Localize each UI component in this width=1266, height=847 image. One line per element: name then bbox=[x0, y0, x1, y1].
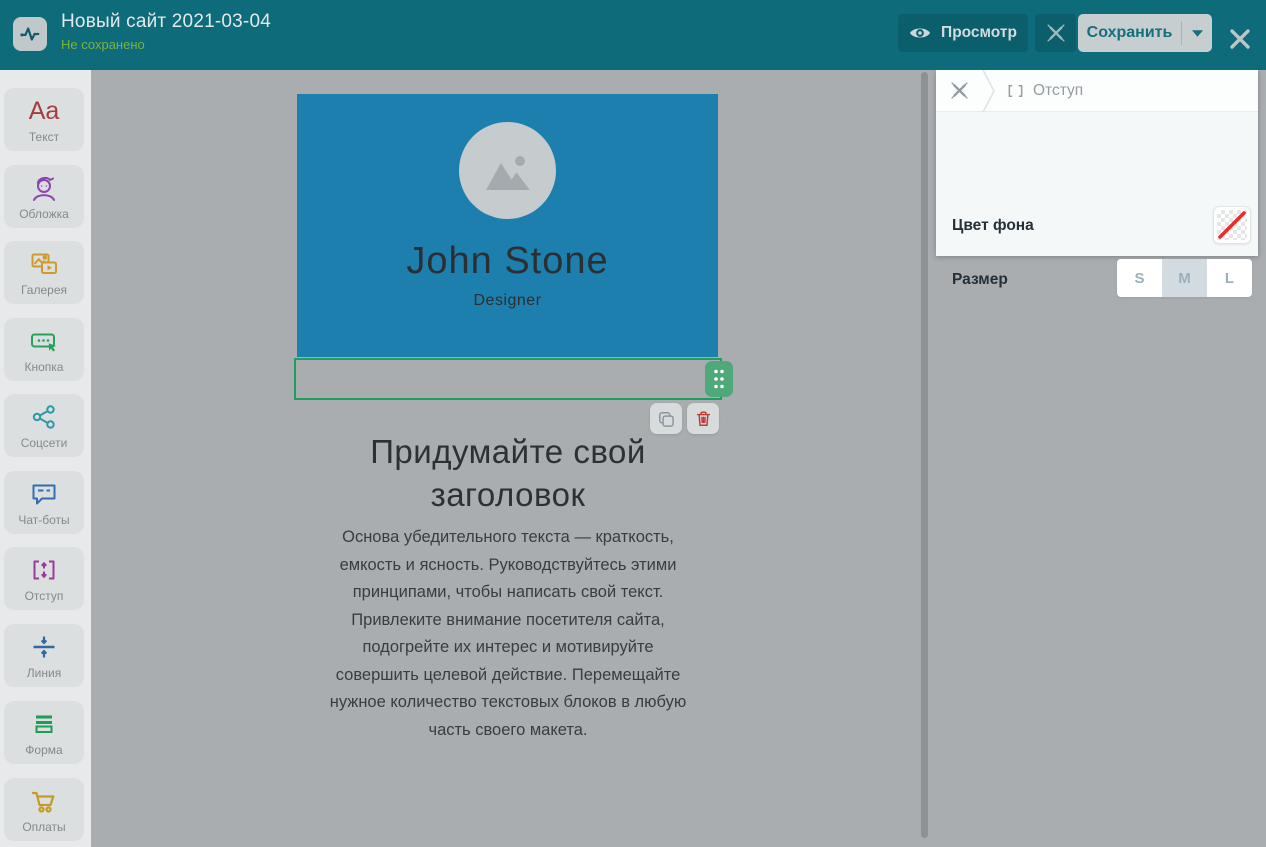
form-icon bbox=[29, 708, 59, 740]
drag-dots-icon bbox=[712, 368, 726, 390]
sidebar-item-line[interactable]: Линия bbox=[4, 624, 84, 687]
preview-button-label: Просмотр bbox=[941, 24, 1017, 42]
eye-icon bbox=[909, 25, 931, 41]
trash-icon bbox=[694, 409, 713, 428]
sidebar-item-cover[interactable]: Обложка bbox=[4, 165, 84, 228]
size-option-l[interactable]: L bbox=[1207, 259, 1252, 297]
sidebar-item-label: Линия bbox=[27, 666, 61, 680]
panel-tools-button[interactable] bbox=[936, 70, 982, 112]
sidebar-item-label: Соцсети bbox=[21, 436, 68, 450]
site-title[interactable]: Новый сайт 2021-03-04 bbox=[61, 11, 271, 33]
size-segmented-control: S M L bbox=[1117, 259, 1252, 297]
background-color-swatch[interactable] bbox=[1213, 206, 1251, 244]
spacing-icon bbox=[29, 554, 59, 586]
sidebar-item-text[interactable]: Aa Текст bbox=[4, 88, 84, 151]
selected-spacer-block[interactable] bbox=[294, 358, 722, 400]
profile-name-text[interactable]: John Stone bbox=[297, 240, 718, 283]
text-icon: Aa bbox=[29, 95, 60, 127]
site-title-block: Новый сайт 2021-03-04 Не сохранено bbox=[61, 11, 271, 52]
size-option-m[interactable]: M bbox=[1162, 259, 1207, 297]
save-button[interactable]: Сохранить bbox=[1078, 14, 1181, 52]
line-icon bbox=[29, 631, 59, 663]
element-sidebar: Aa Текст Обложка bbox=[0, 70, 91, 847]
image-placeholder-icon bbox=[485, 152, 531, 190]
sidebar-item-spacing[interactable]: Отступ bbox=[4, 547, 84, 610]
site-builder-screen: Новый сайт 2021-03-04 Не сохранено Просм… bbox=[0, 0, 1266, 847]
close-editor-button[interactable] bbox=[1227, 26, 1253, 52]
sidebar-item-label: Кнопка bbox=[25, 360, 64, 374]
app-logo bbox=[13, 17, 47, 51]
payments-icon bbox=[29, 785, 59, 817]
design-tools-button[interactable] bbox=[1035, 14, 1076, 52]
breadcrumb: Отступ bbox=[1007, 82, 1083, 100]
button-icon bbox=[29, 325, 59, 357]
pulse-icon bbox=[19, 23, 41, 45]
delete-block-button[interactable] bbox=[687, 403, 719, 434]
sidebar-item-social[interactable]: Соцсети bbox=[4, 394, 84, 457]
spacing-brackets-icon bbox=[1007, 83, 1024, 99]
save-button-label: Сохранить bbox=[1087, 24, 1173, 42]
sidebar-item-button[interactable]: Кнопка bbox=[4, 318, 84, 381]
preview-button[interactable]: Просмотр bbox=[898, 14, 1028, 52]
close-icon bbox=[1228, 27, 1252, 51]
breadcrumb-separator bbox=[982, 70, 995, 112]
size-option-s[interactable]: S bbox=[1117, 259, 1162, 297]
cover-icon bbox=[29, 172, 59, 204]
sidebar-item-label: Чат-боты bbox=[18, 513, 69, 527]
sidebar-item-label: Отступ bbox=[25, 589, 64, 603]
block-drag-handle[interactable] bbox=[705, 361, 733, 397]
sidebar-item-label: Форма bbox=[25, 743, 62, 757]
page-heading-block[interactable]: Придумайте свой заголовок bbox=[328, 430, 688, 516]
canvas-scrollbar[interactable] bbox=[921, 72, 928, 838]
sidebar-item-label: Галерея bbox=[21, 283, 67, 297]
social-icon bbox=[29, 401, 59, 433]
profile-role-text[interactable]: Designer bbox=[297, 292, 718, 310]
breadcrumb-label: Отступ bbox=[1033, 82, 1083, 100]
settings-panel-header: Отступ bbox=[936, 70, 1258, 112]
sidebar-item-gallery[interactable]: Галерея bbox=[4, 241, 84, 304]
crossed-pencils-icon bbox=[1045, 22, 1067, 44]
save-split-button: Сохранить bbox=[1078, 14, 1212, 52]
save-dropdown-button[interactable] bbox=[1182, 14, 1212, 52]
sidebar-item-label: Обложка bbox=[19, 207, 69, 221]
cover-block[interactable]: John Stone Designer bbox=[297, 94, 718, 357]
avatar[interactable] bbox=[459, 122, 556, 219]
save-status: Не сохранено bbox=[61, 37, 271, 52]
size-label: Размер bbox=[952, 271, 1008, 289]
chatbot-icon bbox=[29, 478, 59, 510]
copy-icon bbox=[656, 409, 676, 429]
sidebar-item-chatbots[interactable]: Чат-боты bbox=[4, 471, 84, 534]
gallery-icon bbox=[29, 248, 59, 280]
page-paragraph-block[interactable]: Основа убедительного текста — краткость,… bbox=[322, 524, 694, 744]
caret-down-icon bbox=[1192, 30, 1203, 37]
sidebar-item-payments[interactable]: Оплаты bbox=[4, 778, 84, 841]
sidebar-item-form[interactable]: Форма bbox=[4, 701, 84, 764]
transparent-color-icon bbox=[1217, 210, 1247, 240]
sidebar-item-label: Оплаты bbox=[22, 820, 65, 834]
top-bar: Новый сайт 2021-03-04 Не сохранено Просм… bbox=[0, 0, 1266, 70]
crossed-pencils-icon bbox=[949, 80, 970, 101]
sidebar-item-label: Текст bbox=[29, 130, 59, 144]
background-color-label: Цвет фона bbox=[952, 217, 1034, 235]
block-settings-panel: Отступ Цвет фона Размер S M L bbox=[936, 70, 1258, 256]
